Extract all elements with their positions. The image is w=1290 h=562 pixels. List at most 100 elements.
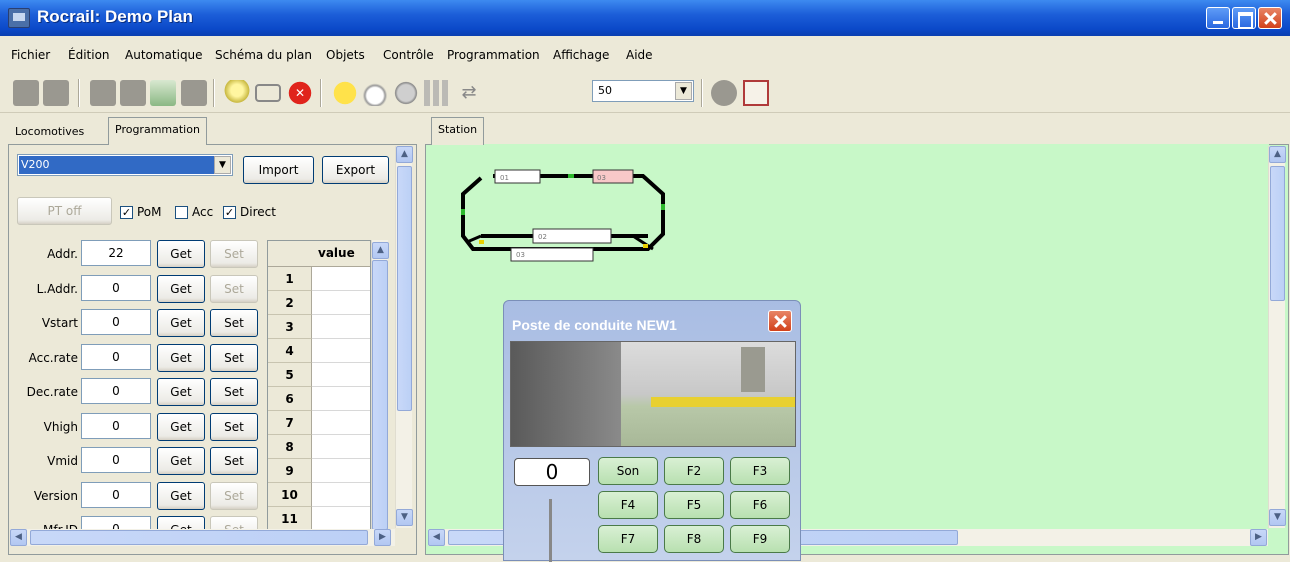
- get-button-laddr[interactable]: Get: [157, 274, 205, 303]
- left-scroll-thumb[interactable]: [397, 166, 412, 411]
- grid-value-cell[interactable]: [312, 507, 370, 529]
- auto-mode-smiley-icon[interactable]: [332, 80, 358, 106]
- menu-programmation[interactable]: Programmation: [447, 48, 540, 62]
- set-button-laddr[interactable]: Set: [210, 274, 258, 303]
- close-button[interactable]: [1258, 7, 1282, 29]
- plan-scroll-thumb[interactable]: [1270, 166, 1285, 301]
- scroll-up-icon[interactable]: ▲: [1269, 146, 1286, 163]
- grid-value-cell[interactable]: [312, 411, 370, 435]
- left-hscroll-thumb[interactable]: [30, 530, 368, 545]
- scroll-up-icon[interactable]: ▲: [372, 242, 389, 259]
- tab-programmation[interactable]: Programmation: [108, 117, 207, 145]
- grid-value-cell[interactable]: [312, 339, 370, 363]
- lamp-icon[interactable]: [362, 80, 388, 106]
- left-vertical-scrollbar[interactable]: ▲ ▼: [395, 146, 413, 528]
- route-icon[interactable]: [255, 84, 281, 102]
- menu-controle[interactable]: Contrôle: [383, 48, 434, 62]
- chevron-down-icon[interactable]: ▼: [214, 156, 231, 174]
- cv-field-addr[interactable]: 22: [81, 240, 151, 266]
- minimize-button[interactable]: [1206, 7, 1230, 29]
- grid-value-cell[interactable]: [312, 459, 370, 483]
- scroll-right-icon[interactable]: ▶: [1250, 529, 1267, 546]
- cv-field-accrate[interactable]: 0: [81, 343, 151, 370]
- grid-icon[interactable]: [424, 80, 450, 106]
- cv-field-decrate[interactable]: 0: [81, 378, 151, 404]
- scroll-left-icon[interactable]: ◀: [428, 529, 445, 546]
- menu-fichier[interactable]: Fichier: [11, 48, 50, 62]
- function-button-f8[interactable]: F8: [664, 525, 724, 553]
- cv-field-vstart[interactable]: 0: [81, 309, 151, 335]
- function-button-f2[interactable]: F2: [664, 457, 724, 485]
- grid-value-cell[interactable]: [312, 267, 370, 291]
- menu-edition[interactable]: Édition: [68, 48, 110, 62]
- cv-field-version[interactable]: 0: [81, 481, 151, 508]
- scroll-down-icon[interactable]: ▼: [396, 509, 413, 526]
- set-button-addr[interactable]: Set: [210, 240, 258, 268]
- get-button-vmid[interactable]: Get: [157, 447, 205, 475]
- scroll-left-icon[interactable]: ◀: [10, 529, 27, 546]
- function-button-son[interactable]: Son: [598, 457, 658, 485]
- grid-value-cell[interactable]: [312, 483, 370, 507]
- save-icon[interactable]: [90, 80, 116, 106]
- function-button-f6[interactable]: F6: [730, 491, 790, 519]
- emergency-stop-icon[interactable]: ✕: [287, 80, 313, 106]
- throttle-close-button[interactable]: [768, 310, 792, 332]
- undo-icon[interactable]: [181, 80, 207, 106]
- direct-checkbox[interactable]: ✓: [223, 206, 236, 219]
- speed-slider[interactable]: [549, 499, 552, 562]
- scroll-right-icon[interactable]: ▶: [374, 529, 391, 546]
- grid-value-cell[interactable]: [312, 363, 370, 387]
- set-button-version[interactable]: Set: [210, 481, 258, 510]
- get-button-addr[interactable]: Get: [157, 240, 205, 268]
- save-as-icon[interactable]: [120, 80, 146, 106]
- cv-field-vhigh[interactable]: 0: [81, 412, 151, 439]
- cv-field-laddr[interactable]: 0: [81, 274, 151, 301]
- menu-schema-du-plan[interactable]: Schéma du plan: [215, 48, 312, 62]
- function-button-f4[interactable]: F4: [598, 491, 658, 519]
- grid-value-cell[interactable]: [312, 387, 370, 411]
- grid-value-cell[interactable]: [312, 435, 370, 459]
- function-button-f3[interactable]: F3: [730, 457, 790, 485]
- menu-affichage[interactable]: Affichage: [553, 48, 609, 62]
- menu-aide[interactable]: Aide: [626, 48, 653, 62]
- left-horizontal-scrollbar[interactable]: ◀ ▶: [10, 529, 395, 546]
- set-button-decrate[interactable]: Set: [210, 378, 258, 406]
- menu-automatique[interactable]: Automatique: [125, 48, 203, 62]
- get-button-accrate[interactable]: Get: [157, 343, 205, 372]
- chevron-down-icon[interactable]: ▼: [675, 82, 692, 100]
- cv-field-vmid[interactable]: 0: [81, 447, 151, 473]
- menu-objets[interactable]: Objets: [326, 48, 365, 62]
- maximize-button[interactable]: [1232, 7, 1256, 29]
- scroll-up-icon[interactable]: ▲: [396, 146, 413, 163]
- grid-scroll-thumb[interactable]: [372, 260, 388, 530]
- gear-icon[interactable]: [711, 80, 737, 106]
- grid-vertical-scrollbar[interactable]: ▲: [371, 240, 389, 530]
- tab-station[interactable]: Station: [431, 117, 485, 145]
- get-button-vhigh[interactable]: Get: [157, 412, 205, 441]
- function-button-f9[interactable]: F9: [730, 525, 790, 553]
- sphere-icon[interactable]: [393, 80, 419, 106]
- new-icon[interactable]: [13, 80, 39, 106]
- get-button-decrate[interactable]: Get: [157, 378, 205, 406]
- acc-checkbox[interactable]: [175, 206, 188, 219]
- tab-locomotives[interactable]: Locomotives: [8, 120, 91, 142]
- shuffle-icon[interactable]: ⇄: [456, 80, 482, 106]
- scroll-down-icon[interactable]: ▼: [1269, 509, 1286, 526]
- set-button-accrate[interactable]: Set: [210, 343, 258, 372]
- function-button-f7[interactable]: F7: [598, 525, 658, 553]
- function-button-f5[interactable]: F5: [664, 491, 724, 519]
- power-bulb-icon[interactable]: [224, 80, 250, 106]
- grid-value-cell[interactable]: [312, 315, 370, 339]
- get-button-version[interactable]: Get: [157, 481, 205, 510]
- pom-checkbox[interactable]: ✓: [120, 206, 133, 219]
- import-button[interactable]: Import: [243, 156, 314, 184]
- plan-vertical-scrollbar[interactable]: ▲ ▼: [1268, 146, 1286, 528]
- export-button[interactable]: Export: [322, 156, 389, 184]
- loco-select[interactable]: V200 ▼: [17, 154, 233, 176]
- get-button-vstart[interactable]: Get: [157, 309, 205, 337]
- set-button-vhigh[interactable]: Set: [210, 412, 258, 441]
- download-icon[interactable]: [150, 80, 176, 106]
- set-button-vstart[interactable]: Set: [210, 309, 258, 337]
- pt-off-button[interactable]: PT off: [17, 197, 112, 225]
- grid-value-cell[interactable]: [312, 291, 370, 315]
